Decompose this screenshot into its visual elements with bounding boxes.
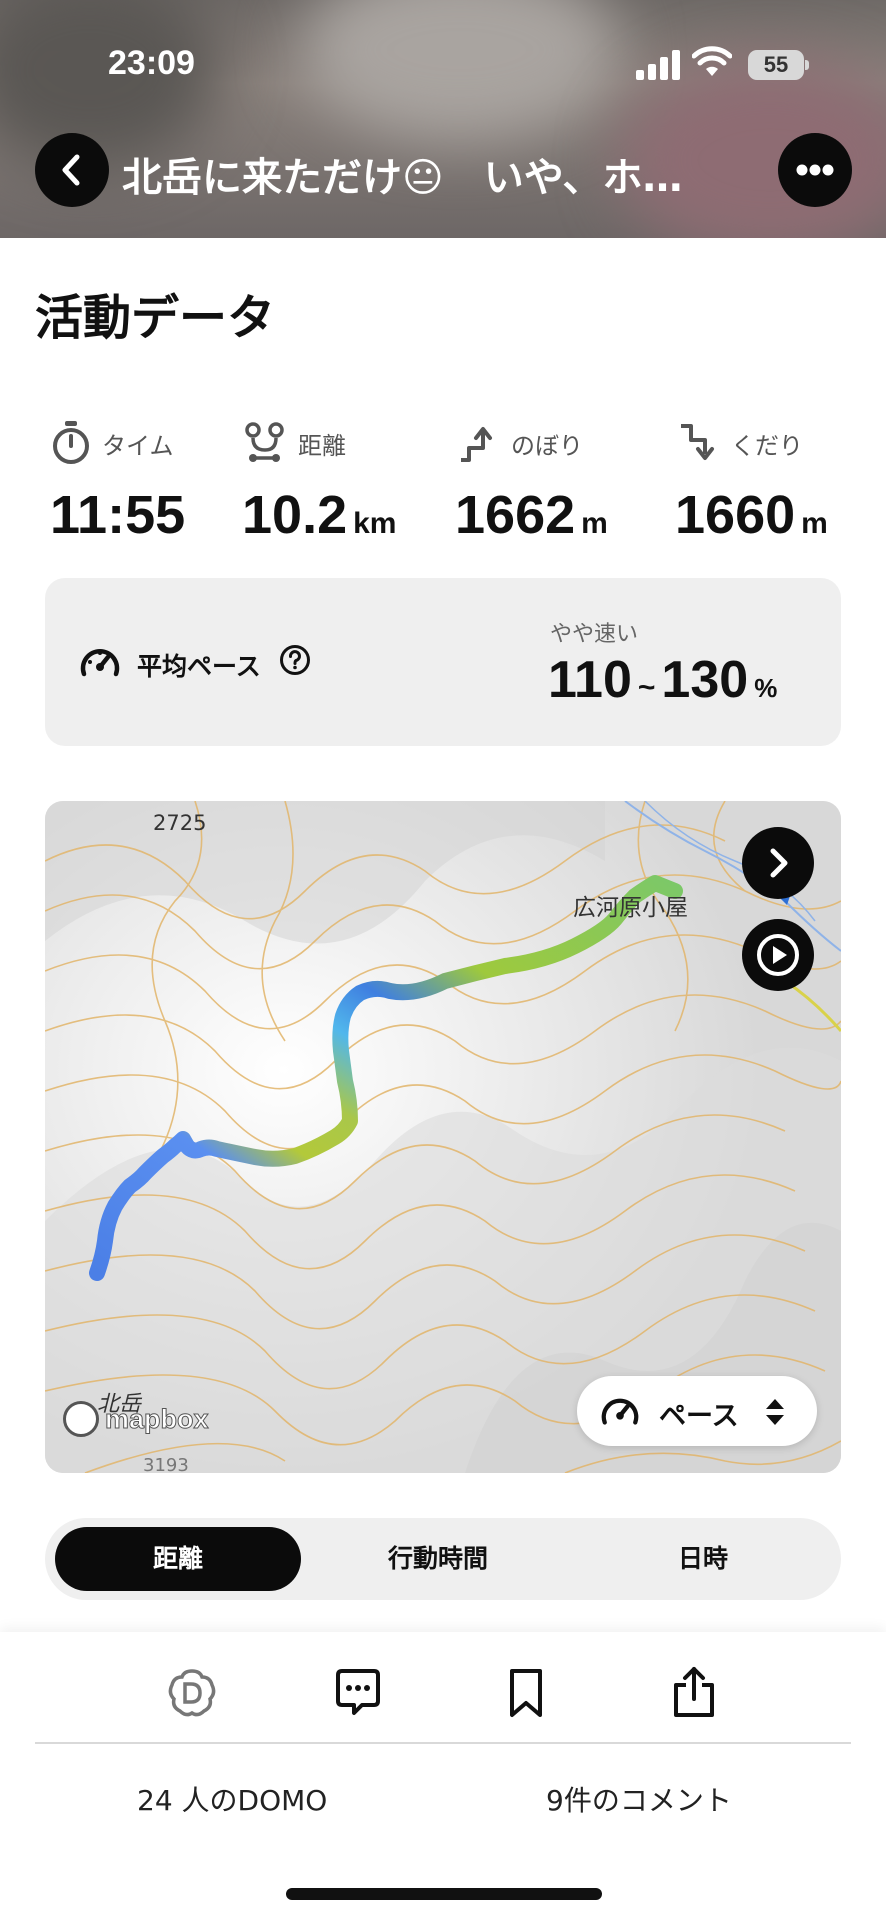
pace-label: 平均ペース xyxy=(137,652,261,681)
play-route-button[interactable] xyxy=(742,919,814,991)
mapbox-text: mapbox xyxy=(105,1403,210,1434)
pace-rating: やや速い xyxy=(550,622,639,647)
descent-icon xyxy=(681,424,714,460)
average-pace-card: 平均ペース やや速い 110 ~130% xyxy=(45,578,841,746)
stat-label: 距離 xyxy=(298,431,346,460)
stat-value: 1662 xyxy=(455,485,576,545)
elevation-label-top: 2725 xyxy=(153,811,207,835)
pace-layer-toggle[interactable]: ペース xyxy=(577,1376,817,1446)
ascent-icon xyxy=(461,427,492,462)
stat-distance: 距離 10.2 km xyxy=(242,418,412,545)
terrain-map xyxy=(45,801,841,1473)
stat-label: のぼり xyxy=(511,431,583,460)
segment-datetime[interactable]: 日時 xyxy=(575,1527,831,1591)
stat-time: タイム 11:55 xyxy=(50,418,220,545)
segment-moving-time[interactable]: 行動時間 xyxy=(313,1527,563,1591)
pace-max: 130 xyxy=(661,651,749,709)
header: 23:09 55 北岳に来ただけ😐 いや、ホ… xyxy=(0,0,886,238)
section-title: 活動データ xyxy=(35,290,276,346)
open-map-button[interactable] xyxy=(742,827,814,899)
pace-range: 110 ~130% xyxy=(548,650,777,710)
stat-value: 1660 xyxy=(675,485,796,545)
speedometer-icon xyxy=(80,649,120,677)
back-button[interactable] xyxy=(35,133,109,207)
bookmark-icon[interactable] xyxy=(498,1665,554,1721)
segment-distance[interactable]: 距離 xyxy=(55,1527,301,1591)
sort-updown-icon xyxy=(766,1399,784,1425)
wifi-icon xyxy=(692,46,732,76)
battery-level: 55 xyxy=(763,52,789,77)
stat-unit: m xyxy=(581,507,608,540)
chart-axis-selector: 距離 行動時間 日時 xyxy=(45,1518,841,1600)
comment-count-link[interactable]: 9件のコメント xyxy=(546,1779,732,1819)
chevron-right-icon xyxy=(770,848,788,878)
route-map[interactable]: 2725 広河原小屋 北岳 3193 mapbox ペース xyxy=(45,801,841,1473)
share-icon[interactable] xyxy=(666,1665,722,1721)
mapbox-attribution[interactable]: mapbox xyxy=(63,1401,209,1437)
bottom-action-bar xyxy=(0,1632,886,1920)
route-icon xyxy=(245,422,284,462)
stat-value: 11:55 xyxy=(50,485,186,545)
ellipsis-icon xyxy=(796,164,834,176)
help-icon[interactable] xyxy=(279,644,311,676)
domo-count-link[interactable]: 24 人のDOMO xyxy=(137,1779,327,1819)
domo-icon[interactable] xyxy=(164,1665,220,1721)
mapbox-logo-icon xyxy=(63,1401,99,1437)
stat-unit: m xyxy=(801,507,828,540)
hut-label: 広河原小屋 xyxy=(573,895,688,921)
status-bar: 23:09 55 xyxy=(0,40,886,90)
chevron-left-icon xyxy=(62,154,80,186)
elevation-label-bottom: 3193 xyxy=(143,1455,189,1473)
page-title: 北岳に来ただけ😐 いや、ホ… xyxy=(122,155,683,195)
stat-unit: km xyxy=(353,507,397,540)
battery-indicator: 55 xyxy=(748,50,810,80)
stopwatch-icon xyxy=(53,421,89,464)
status-time: 23:09 xyxy=(108,44,195,82)
more-options-button[interactable] xyxy=(778,133,852,207)
stat-value: 10.2 xyxy=(242,485,348,545)
stat-ascent: のぼり 1662 m xyxy=(455,418,635,545)
speedometer-icon xyxy=(601,1398,639,1425)
stat-label: くだり xyxy=(731,431,803,460)
stat-label: タイム xyxy=(102,431,174,460)
divider xyxy=(35,1742,851,1744)
pace-separator: ~ xyxy=(637,671,656,704)
play-icon xyxy=(757,934,799,976)
stat-descent: くだり 1660 m xyxy=(675,418,855,545)
pace-unit: % xyxy=(754,673,778,703)
home-indicator xyxy=(286,1888,602,1900)
pace-min: 110 xyxy=(548,651,632,709)
cellular-signal-icon xyxy=(636,50,680,80)
comment-icon[interactable] xyxy=(330,1665,386,1721)
pace-toggle-label: ペース xyxy=(659,1401,739,1432)
